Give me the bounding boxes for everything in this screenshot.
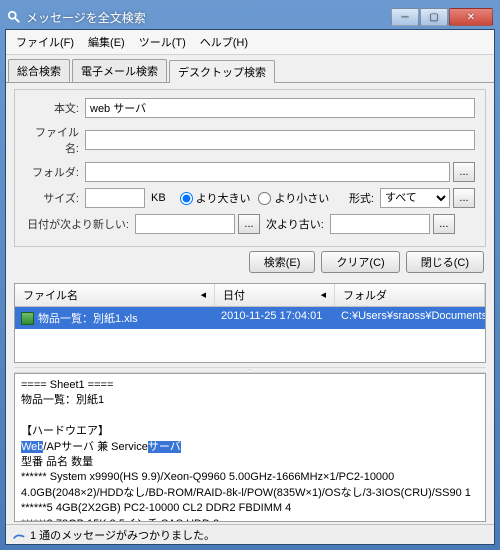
app-icon <box>7 10 21 24</box>
col-date[interactable]: 日付◀ <box>215 284 335 306</box>
folder-label: フォルダ: <box>25 164 85 180</box>
col-filename[interactable]: ファイル名◀ <box>15 284 215 306</box>
format-select[interactable]: すべて <box>380 188 450 208</box>
bigger-label: より大きい <box>196 190 251 206</box>
date-older-button[interactable]: ... <box>433 214 455 234</box>
menu-help[interactable]: ヘルプ(H) <box>196 32 252 52</box>
menu-edit[interactable]: 編集(E) <box>84 32 129 52</box>
status-text: 1 通のメッセージがみつかりました。 <box>30 527 215 543</box>
folder-browse-button[interactable]: ... <box>453 162 475 182</box>
body-input[interactable] <box>85 98 475 118</box>
menu-file[interactable]: ファイル(F) <box>12 32 78 52</box>
result-row[interactable]: 物品一覧：別紙1.xls 2010-11-25 17:04:01 C:¥User… <box>15 307 485 329</box>
radio-smaller[interactable] <box>258 192 271 205</box>
date-older-input[interactable] <box>330 214 430 234</box>
format-more-button[interactable]: ... <box>453 188 475 208</box>
tab-desktop[interactable]: デスクトップ検索 <box>169 60 275 83</box>
date-newer-input[interactable] <box>135 214 235 234</box>
size-label: サイズ: <box>25 190 85 206</box>
date-older-label: 次より古い: <box>266 216 324 232</box>
preview-pane[interactable]: ==== Sheet1 ==== 物品一覧：別紙1 【ハードウエア】 Web/A… <box>14 373 486 522</box>
radio-bigger[interactable] <box>180 192 193 205</box>
close-button[interactable]: ✕ <box>449 8 493 26</box>
date-newer-button[interactable]: ... <box>238 214 260 234</box>
maximize-button[interactable]: ▢ <box>420 8 448 26</box>
filename-input[interactable] <box>85 130 475 150</box>
menu-tool[interactable]: ツール(T) <box>135 32 190 52</box>
sort-icon: ◀ <box>321 291 326 299</box>
results-list[interactable]: ファイル名◀ 日付◀ フォルダ 物品一覧：別紙1.xls 2010-11-25 … <box>14 283 486 363</box>
col-folder[interactable]: フォルダ <box>335 284 485 306</box>
sort-icon: ◀ <box>201 291 206 299</box>
xls-icon <box>21 312 34 325</box>
smaller-label: より小さい <box>274 190 329 206</box>
format-label: 形式: <box>349 190 374 206</box>
body-label: 本文: <box>25 100 85 116</box>
tab-email[interactable]: 電子メール検索 <box>72 59 167 82</box>
clear-button[interactable]: クリア(C) <box>321 251 399 273</box>
tab-general[interactable]: 総合検索 <box>8 59 70 82</box>
filename-label: ファイル名: <box>25 124 85 156</box>
kb-unit: KB <box>151 192 166 204</box>
size-input[interactable] <box>85 188 145 208</box>
close-form-button[interactable]: 閉じる(C) <box>406 251 484 273</box>
status-icon <box>12 528 26 542</box>
search-button[interactable]: 検索(E) <box>249 251 316 273</box>
date-newer-label: 日付が次より新しい: <box>25 216 135 232</box>
window-title: メッセージを全文検索 <box>26 9 390 26</box>
folder-input[interactable] <box>85 162 450 182</box>
minimize-button[interactable]: ─ <box>391 8 419 26</box>
